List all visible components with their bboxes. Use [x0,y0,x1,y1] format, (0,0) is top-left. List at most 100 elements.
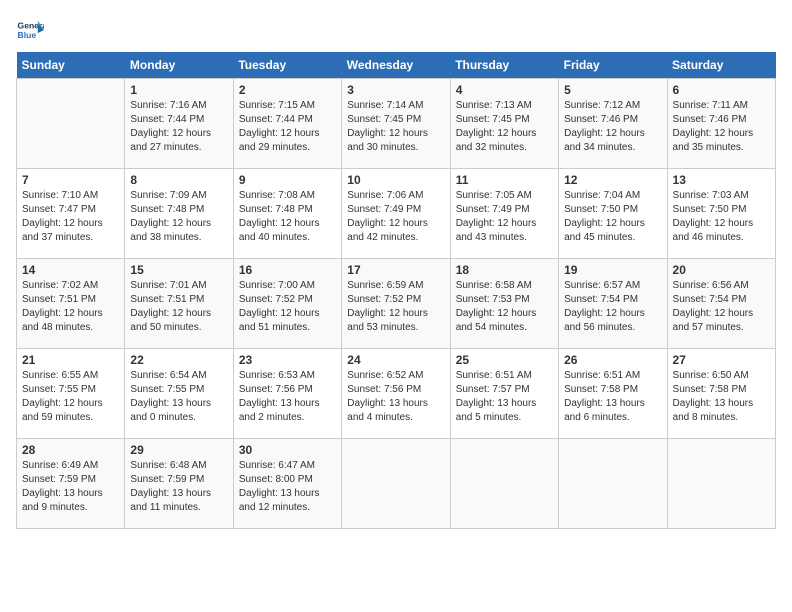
calendar-week-row: 28 Sunrise: 6:49 AM Sunset: 7:59 PM Dayli… [17,439,776,529]
day-info: Sunrise: 6:50 AM Sunset: 7:58 PM Dayligh… [673,369,770,425]
weekday-header-cell: Sunday [17,52,125,79]
calendar-cell: 16 Sunrise: 7:00 AM Sunset: 7:52 PM Dayli… [233,259,341,349]
calendar-cell [667,439,775,529]
calendar-cell: 9 Sunrise: 7:08 AM Sunset: 7:48 PM Daylig… [233,169,341,259]
calendar-cell: 7 Sunrise: 7:10 AM Sunset: 7:47 PM Daylig… [17,169,125,259]
day-number: 22 [130,353,227,367]
day-number: 20 [673,263,770,277]
day-number: 13 [673,173,770,187]
day-info: Sunrise: 6:57 AM Sunset: 7:54 PM Dayligh… [564,279,661,335]
calendar-cell: 4Sunrise: 7:13 AM Sunset: 7:45 PM Daylig… [450,79,558,169]
day-info: Sunrise: 7:15 AM Sunset: 7:44 PM Dayligh… [239,99,336,155]
day-info: Sunrise: 7:02 AM Sunset: 7:51 PM Dayligh… [22,279,119,335]
day-info: Sunrise: 7:08 AM Sunset: 7:48 PM Dayligh… [239,189,336,245]
calendar-cell: 6 Sunrise: 7:11 AM Sunset: 7:46 PM Daylig… [667,79,775,169]
day-info: Sunrise: 6:56 AM Sunset: 7:54 PM Dayligh… [673,279,770,335]
calendar-week-row: 7 Sunrise: 7:10 AM Sunset: 7:47 PM Daylig… [17,169,776,259]
calendar-cell: 22 Sunrise: 6:54 AM Sunset: 7:55 PM Dayli… [125,349,233,439]
day-number: 24 [347,353,444,367]
calendar-cell: 3 Sunrise: 7:14 AM Sunset: 7:45 PM Daylig… [342,79,450,169]
day-number: 28 [22,443,119,457]
day-number: 27 [673,353,770,367]
day-number: 30 [239,443,336,457]
day-number: 16 [239,263,336,277]
calendar-cell: 20 Sunrise: 6:56 AM Sunset: 7:54 PM Dayli… [667,259,775,349]
calendar-body: 1 Sunrise: 7:16 AM Sunset: 7:44 PM Daylig… [17,79,776,529]
weekday-header-row: SundayMondayTuesdayWednesdayThursdayFrid… [17,52,776,79]
day-info: Sunrise: 7:00 AM Sunset: 7:52 PM Dayligh… [239,279,336,335]
day-number: 21 [22,353,119,367]
page-header: General Blue [16,16,776,44]
calendar-cell: 25Sunrise: 6:51 AM Sunset: 7:57 PM Dayli… [450,349,558,439]
day-number: 8 [130,173,227,187]
day-info: Sunrise: 6:58 AM Sunset: 7:53 PM Dayligh… [456,279,553,335]
weekday-header-cell: Wednesday [342,52,450,79]
calendar-cell: 26Sunrise: 6:51 AM Sunset: 7:58 PM Dayli… [559,349,667,439]
calendar-cell: 30 Sunrise: 6:47 AM Sunset: 8:00 PM Dayli… [233,439,341,529]
calendar-cell: 1 Sunrise: 7:16 AM Sunset: 7:44 PM Daylig… [125,79,233,169]
day-number: 7 [22,173,119,187]
day-info: Sunrise: 7:01 AM Sunset: 7:51 PM Dayligh… [130,279,227,335]
day-number: 19 [564,263,661,277]
day-number: 29 [130,443,227,457]
day-info: Sunrise: 6:53 AM Sunset: 7:56 PM Dayligh… [239,369,336,425]
calendar-cell: 18 Sunrise: 6:58 AM Sunset: 7:53 PM Dayli… [450,259,558,349]
calendar-table: SundayMondayTuesdayWednesdayThursdayFrid… [16,52,776,529]
logo: General Blue [16,16,44,44]
day-info: Sunrise: 6:55 AM Sunset: 7:55 PM Dayligh… [22,369,119,425]
calendar-cell: 2Sunrise: 7:15 AM Sunset: 7:44 PM Daylig… [233,79,341,169]
calendar-week-row: 21 Sunrise: 6:55 AM Sunset: 7:55 PM Dayli… [17,349,776,439]
day-number: 1 [130,83,227,97]
day-info: Sunrise: 6:48 AM Sunset: 7:59 PM Dayligh… [130,459,227,515]
day-number: 6 [673,83,770,97]
day-info: Sunrise: 7:11 AM Sunset: 7:46 PM Dayligh… [673,99,770,155]
calendar-cell: 19 Sunrise: 6:57 AM Sunset: 7:54 PM Dayli… [559,259,667,349]
day-number: 9 [239,173,336,187]
day-info: Sunrise: 7:09 AM Sunset: 7:48 PM Dayligh… [130,189,227,245]
day-number: 14 [22,263,119,277]
day-info: Sunrise: 7:05 AM Sunset: 7:49 PM Dayligh… [456,189,553,245]
logo-icon: General Blue [16,16,44,44]
day-info: Sunrise: 6:54 AM Sunset: 7:55 PM Dayligh… [130,369,227,425]
day-number: 18 [456,263,553,277]
day-info: Sunrise: 7:10 AM Sunset: 7:47 PM Dayligh… [22,189,119,245]
day-info: Sunrise: 6:47 AM Sunset: 8:00 PM Dayligh… [239,459,336,515]
day-info: Sunrise: 6:51 AM Sunset: 7:58 PM Dayligh… [564,369,661,425]
calendar-cell: 29 Sunrise: 6:48 AM Sunset: 7:59 PM Dayli… [125,439,233,529]
calendar-cell: 12 Sunrise: 7:04 AM Sunset: 7:50 PM Dayli… [559,169,667,259]
calendar-cell: 8 Sunrise: 7:09 AM Sunset: 7:48 PM Daylig… [125,169,233,259]
day-number: 10 [347,173,444,187]
weekday-header-cell: Saturday [667,52,775,79]
calendar-cell: 15Sunrise: 7:01 AM Sunset: 7:51 PM Dayli… [125,259,233,349]
weekday-header-cell: Friday [559,52,667,79]
calendar-cell: 21 Sunrise: 6:55 AM Sunset: 7:55 PM Dayli… [17,349,125,439]
calendar-cell: 24 Sunrise: 6:52 AM Sunset: 7:56 PM Dayli… [342,349,450,439]
calendar-week-row: 14 Sunrise: 7:02 AM Sunset: 7:51 PM Dayli… [17,259,776,349]
day-info: Sunrise: 7:14 AM Sunset: 7:45 PM Dayligh… [347,99,444,155]
day-number: 3 [347,83,444,97]
day-number: 12 [564,173,661,187]
calendar-cell [559,439,667,529]
weekday-header-cell: Thursday [450,52,558,79]
weekday-header-cell: Tuesday [233,52,341,79]
day-info: Sunrise: 7:03 AM Sunset: 7:50 PM Dayligh… [673,189,770,245]
weekday-header-cell: Monday [125,52,233,79]
day-info: Sunrise: 6:59 AM Sunset: 7:52 PM Dayligh… [347,279,444,335]
day-info: Sunrise: 7:04 AM Sunset: 7:50 PM Dayligh… [564,189,661,245]
svg-text:Blue: Blue [18,30,37,40]
day-number: 25 [456,353,553,367]
day-info: Sunrise: 6:49 AM Sunset: 7:59 PM Dayligh… [22,459,119,515]
calendar-cell: 28 Sunrise: 6:49 AM Sunset: 7:59 PM Dayli… [17,439,125,529]
calendar-cell: 10Sunrise: 7:06 AM Sunset: 7:49 PM Dayli… [342,169,450,259]
day-number: 23 [239,353,336,367]
day-info: Sunrise: 6:52 AM Sunset: 7:56 PM Dayligh… [347,369,444,425]
calendar-cell: 23 Sunrise: 6:53 AM Sunset: 7:56 PM Dayli… [233,349,341,439]
day-number: 11 [456,173,553,187]
calendar-cell: 11 Sunrise: 7:05 AM Sunset: 7:49 PM Dayli… [450,169,558,259]
calendar-cell: 5Sunrise: 7:12 AM Sunset: 7:46 PM Daylig… [559,79,667,169]
day-number: 4 [456,83,553,97]
day-number: 5 [564,83,661,97]
calendar-cell [17,79,125,169]
day-number: 17 [347,263,444,277]
day-info: Sunrise: 7:16 AM Sunset: 7:44 PM Dayligh… [130,99,227,155]
